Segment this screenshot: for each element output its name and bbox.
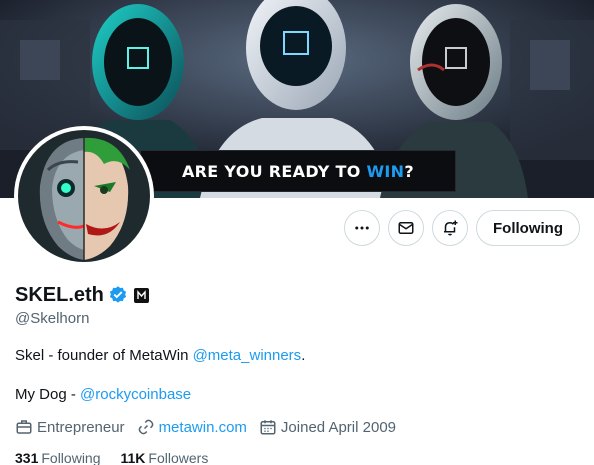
profession-label: Entrepreneur <box>37 418 125 436</box>
profession-item: Entrepreneur <box>15 418 125 436</box>
banner-headline-accent: WIN <box>366 161 405 181</box>
affiliation-badge-icon[interactable] <box>133 287 149 303</box>
display-name: SKEL.eth <box>15 283 104 306</box>
briefcase-icon <box>16 420 32 434</box>
bio2-mention-link[interactable]: @rockycoinbase <box>80 386 191 403</box>
website-link[interactable]: metawin.com <box>159 419 247 436</box>
calendar-icon <box>260 420 276 435</box>
followers-count-link[interactable]: 11K Followers <box>121 450 209 465</box>
bio-end: . <box>301 347 306 364</box>
metawin-logo-icon <box>137 289 146 299</box>
message-button[interactable] <box>388 210 425 246</box>
profile-avatar[interactable] <box>14 126 154 266</box>
banner-headline-prefix: ARE YOU READY TO <box>182 161 361 181</box>
verified-badge-icon[interactable] <box>108 285 128 305</box>
more-horizontal-icon <box>355 226 369 230</box>
notifications-button[interactable] <box>432 210 469 246</box>
follow-counts: 331 Following 11K Followers <box>15 450 580 465</box>
followers-count-label: Followers <box>148 450 209 465</box>
profile-info: SKEL.eth @Skelhorn Skel - founder of Met… <box>15 282 580 465</box>
envelope-icon <box>398 222 414 234</box>
handle: @Skelhorn <box>15 310 90 327</box>
following-count-link[interactable]: 331 Following <box>15 450 101 465</box>
bio-line-2: My Dog - @rockycoinbase <box>15 385 580 405</box>
bio-text: Skel - founder of MetaWin <box>15 347 193 364</box>
banner-headline-suffix: ? <box>404 161 414 181</box>
bio: Skel - founder of MetaWin @meta_winners. <box>15 346 580 366</box>
following-button[interactable]: Following <box>476 210 580 246</box>
profile-meta: Entrepreneur metawin.com Joined April 20… <box>15 417 580 437</box>
following-count: 331 <box>15 450 39 465</box>
banner-headline: ARE YOU READY TO WIN? <box>140 150 456 192</box>
name-row: SKEL.eth <box>15 282 580 308</box>
joined-label: Joined April 2009 <box>280 418 397 436</box>
profile-actions: Following <box>336 210 580 246</box>
more-button[interactable] <box>344 210 381 246</box>
bio-mention-link[interactable]: @meta_winners <box>193 347 302 364</box>
joined-item: Joined April 2009 <box>259 418 396 436</box>
following-count-label: Following <box>41 450 101 465</box>
link-icon <box>138 419 153 435</box>
followers-count: 11K <box>120 450 146 465</box>
website-item: metawin.com <box>137 418 247 436</box>
avatar-image <box>18 130 150 262</box>
bell-plus-icon <box>444 220 458 236</box>
bio2-text: My Dog - <box>15 386 81 403</box>
